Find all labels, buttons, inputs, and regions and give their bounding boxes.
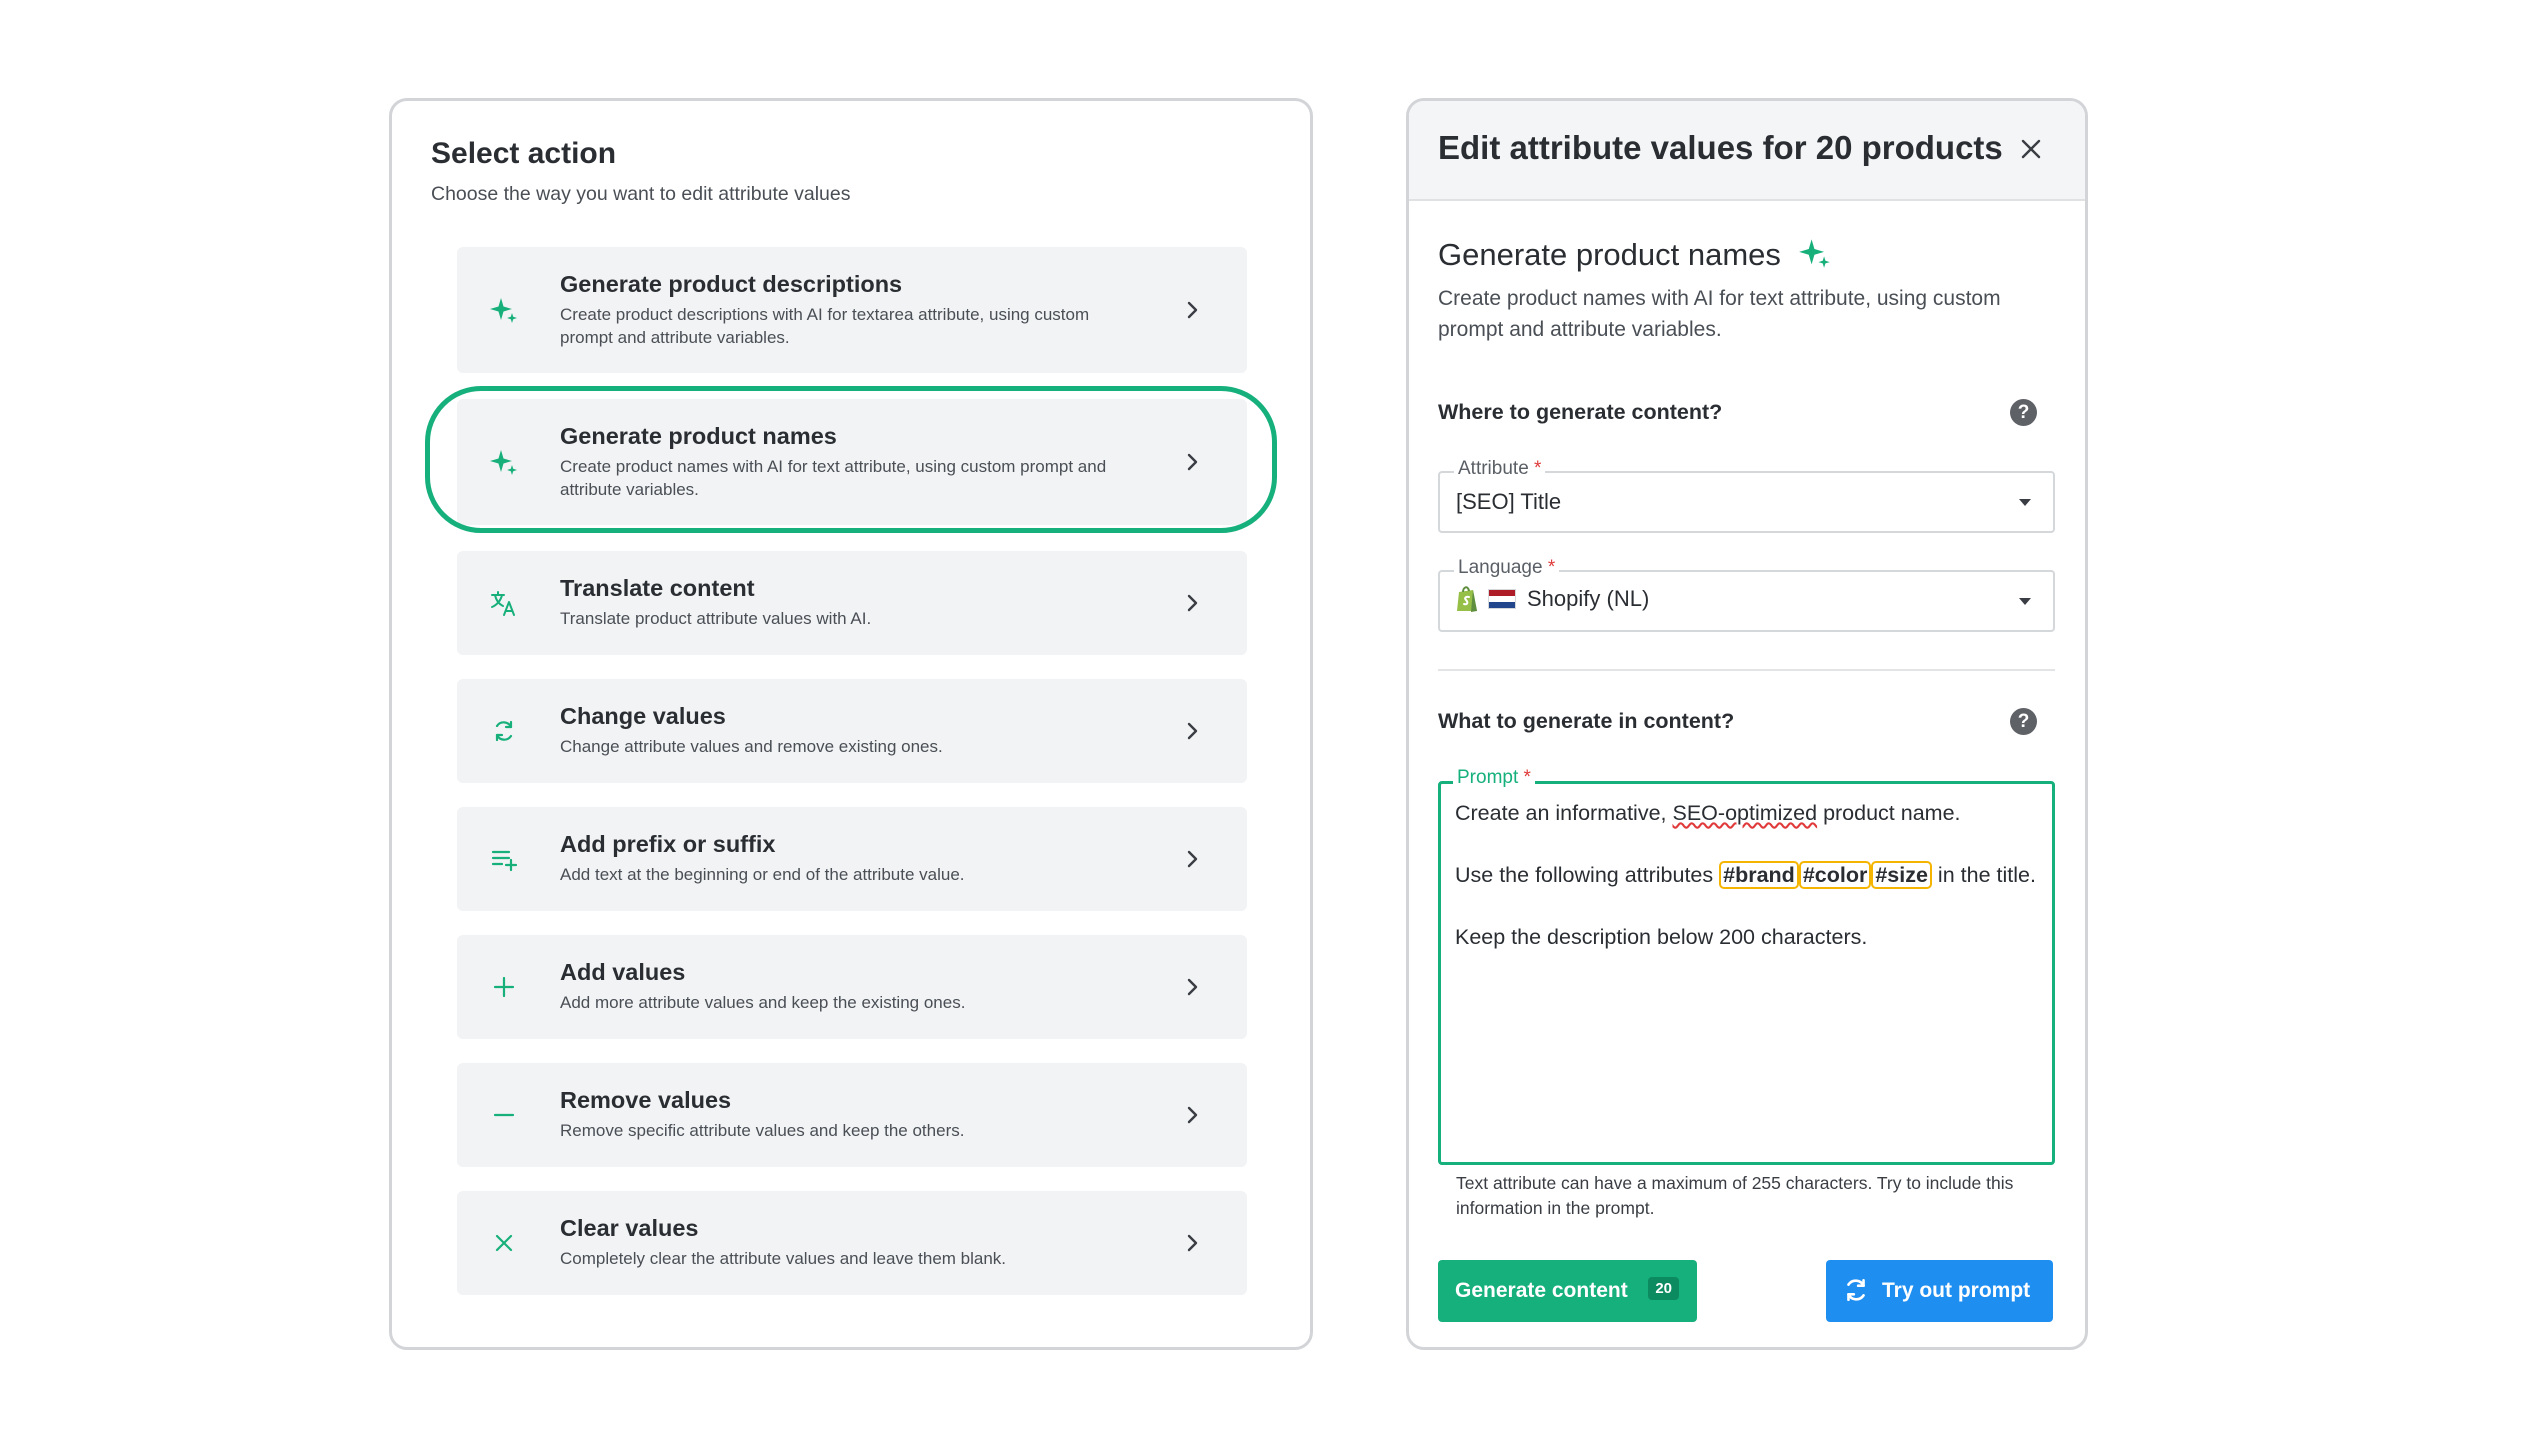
- prompt-label: Prompt *: [1453, 767, 1535, 789]
- chevron-right-icon: [1187, 1106, 1198, 1124]
- action-description: Create product names with AI for text at…: [560, 457, 1107, 499]
- divider: [1438, 669, 2055, 671]
- action-title: Generate product names: [560, 423, 837, 449]
- attribute-label: Attribute *: [1454, 458, 1546, 480]
- action-description: Translate product attribute values with …: [560, 609, 872, 628]
- prompt-hint: Text attribute can have a maximum of 255…: [1456, 1173, 2014, 1218]
- close-icon[interactable]: [2017, 135, 2045, 163]
- close-icon: [487, 1226, 521, 1260]
- caret-down-icon: [2019, 598, 2031, 605]
- chevron-right-icon: [1187, 850, 1198, 868]
- panel-subtitle: Choose the way you want to edit attribut…: [431, 183, 851, 205]
- action-clear-values[interactable]: Clear values Completely clear the attrib…: [457, 1191, 1247, 1295]
- action-title: Change values: [560, 703, 726, 729]
- chevron-right-icon: [1187, 978, 1198, 996]
- product-count-badge: 20: [1648, 1277, 1679, 1300]
- action-description: Change attribute values and remove exist…: [560, 737, 943, 756]
- action-title: Remove values: [560, 1087, 732, 1113]
- chevron-right-icon: [1187, 722, 1198, 740]
- select-action-panel: Select action Choose the way you want to…: [389, 98, 1313, 1350]
- prompt-text: Create an informative, SEO-optimized pro…: [1455, 801, 2036, 949]
- chevron-right-icon: [1187, 453, 1198, 471]
- action-description: Add text at the beginning or end of the …: [560, 865, 965, 884]
- action-title: Translate content: [560, 575, 755, 601]
- attribute-select[interactable]: Attribute * [SEO] Title: [1438, 458, 2055, 533]
- plus-icon: [487, 970, 521, 1004]
- attribute-value: [SEO] Title: [1456, 489, 1562, 514]
- netherlands-flag-icon: [1488, 589, 1516, 609]
- action-translate-content[interactable]: Translate content Translate product attr…: [457, 551, 1247, 655]
- attribute-tag[interactable]: #brand: [1719, 861, 1799, 889]
- action-description: Create product descriptions with AI for …: [560, 305, 1090, 347]
- action-title: Generate product descriptions: [560, 271, 903, 297]
- minus-icon: [487, 1098, 521, 1132]
- text-add-icon: [487, 842, 521, 876]
- action-generate-descriptions[interactable]: Generate product descriptions Create pro…: [457, 247, 1247, 373]
- try-out-prompt-button[interactable]: Try out prompt: [1826, 1260, 2053, 1322]
- where-question: Where to generate content?: [1438, 400, 1723, 424]
- action-title: Clear values: [560, 1215, 699, 1241]
- sparkle-icon: [487, 445, 521, 479]
- action-remove-values[interactable]: Remove values Remove specific attribute …: [457, 1063, 1247, 1167]
- chevron-right-icon: [1187, 1234, 1198, 1252]
- action-description: Remove specific attribute values and kee…: [560, 1121, 965, 1140]
- help-icon[interactable]: ?: [2010, 399, 2037, 426]
- language-select[interactable]: Language * Shopify (NL): [1438, 557, 2055, 632]
- action-title: Add values: [560, 959, 686, 985]
- chevron-right-icon: [1187, 594, 1198, 612]
- prompt-textarea[interactable]: Prompt * Create an informative, SEO-opti…: [1438, 767, 2055, 1165]
- refresh-icon: [1847, 1279, 1865, 1301]
- action-change-values[interactable]: Change values Change attribute values an…: [457, 679, 1247, 783]
- action-add-prefix-suffix[interactable]: Add prefix or suffix Add text at the beg…: [457, 807, 1247, 911]
- sparkle-icon: [487, 293, 521, 327]
- what-question: What to generate in content?: [1438, 709, 1735, 733]
- action-add-values[interactable]: Add values Add more attribute values and…: [457, 935, 1247, 1039]
- panel-header: Edit attribute values for 20 products: [1409, 101, 2085, 201]
- language-label: Language *: [1454, 557, 1560, 579]
- attribute-tag[interactable]: #size: [1871, 861, 1932, 889]
- caret-down-icon: [2019, 499, 2031, 506]
- panel-title: Select action: [431, 137, 617, 170]
- shopify-icon: [1457, 586, 1477, 612]
- refresh-icon: [487, 714, 521, 748]
- action-description: Add more attribute values and keep the e…: [560, 993, 966, 1012]
- translate-icon: [487, 586, 521, 620]
- action-title: Add prefix or suffix: [560, 831, 776, 857]
- chevron-right-icon: [1187, 301, 1198, 319]
- panel-title: Edit attribute values for 20 products: [1438, 129, 2003, 166]
- section-title: Generate product names: [1438, 236, 1832, 273]
- action-generate-names[interactable]: Generate product names Create product na…: [457, 399, 1247, 525]
- action-description: Completely clear the attribute values an…: [560, 1249, 1007, 1268]
- edit-attribute-panel: Edit attribute values for 20 products Ge…: [1406, 98, 2088, 1350]
- help-icon[interactable]: ?: [2010, 708, 2037, 735]
- section-description: Create product names with AI for text at…: [1438, 287, 2001, 341]
- sparkle-icon: [1798, 239, 1830, 268]
- language-value: Shopify (NL): [1454, 584, 1649, 614]
- generate-content-button[interactable]: Generate content 20: [1438, 1260, 1697, 1322]
- attribute-tag[interactable]: #color: [1798, 861, 1872, 889]
